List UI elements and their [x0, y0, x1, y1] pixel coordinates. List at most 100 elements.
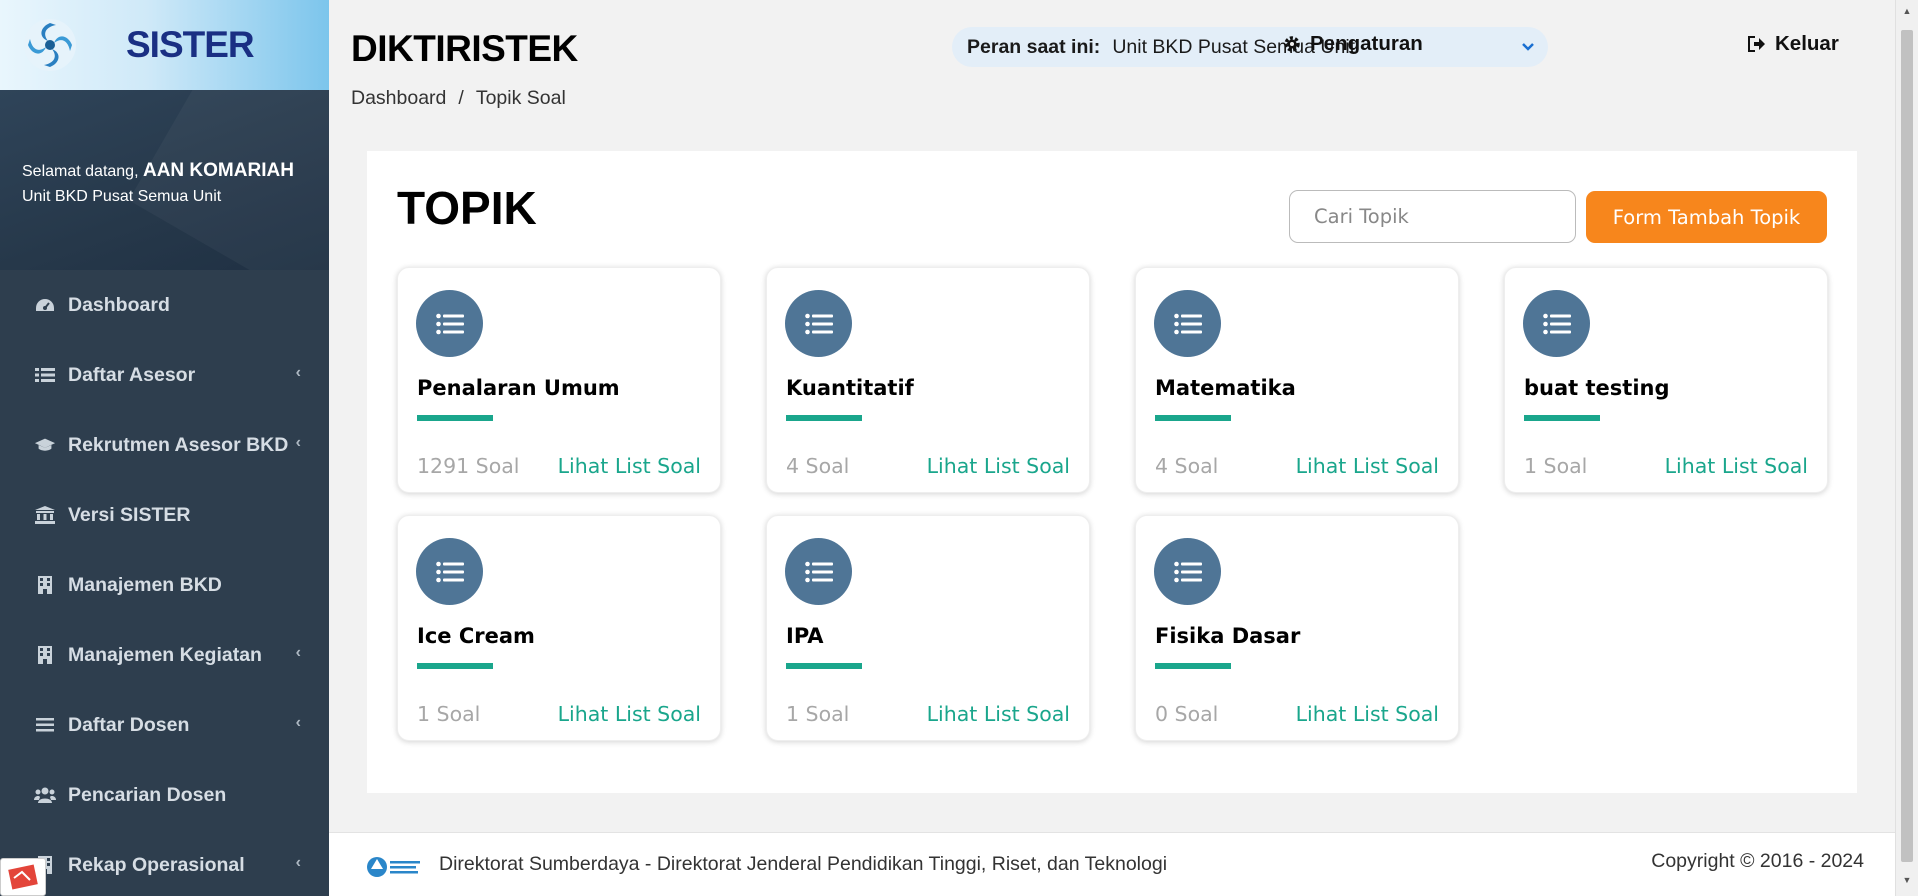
topic-accent-bar: [1155, 663, 1231, 669]
topic-card[interactable]: Matematika 4 Soal Lihat List Soal: [1135, 267, 1459, 493]
scroll-up-icon[interactable]: ▲: [1901, 6, 1913, 16]
topic-question-count: 0 Soal: [1155, 702, 1219, 726]
graduation-cap-icon: [34, 434, 56, 456]
sidebar-item-manajemen-bkd[interactable]: Manajemen BKD: [0, 550, 329, 620]
logout-link[interactable]: Keluar: [1748, 32, 1839, 56]
settings-label: Pengaturan: [1310, 32, 1423, 55]
top-header: DIKTIRISTEK Dashboard / Topik Soal Peran s…: [329, 0, 1895, 140]
topic-question-count: 4 Soal: [786, 454, 850, 478]
welcome-user: AAN KOMARIAH: [142, 160, 294, 181]
building-icon: [34, 574, 56, 596]
view-question-list-link[interactable]: Lihat List Soal: [558, 702, 701, 726]
topic-name: Kuantitatif: [786, 376, 914, 400]
chevron-left-icon: ‹: [295, 714, 301, 732]
logout-label: Keluar: [1775, 32, 1839, 55]
topic-grid: Penalaran Umum 1291 Soal Lihat List Soal Ku…: [397, 267, 1828, 741]
breadcrumb-separator: /: [458, 87, 464, 109]
scroll-down-icon[interactable]: ▼: [1901, 875, 1913, 885]
sidebar-item-pencarian-dosen[interactable]: Pencarian Dosen: [0, 760, 329, 830]
chevron-down-icon: [1522, 43, 1534, 51]
topic-name: Ice Cream: [417, 624, 535, 648]
footer: Direktorat Sumberdaya - Direktorat Jende…: [329, 832, 1895, 896]
topic-accent-bar: [1524, 415, 1600, 421]
welcome-panel: Selamat datang, AAN KOMARIAH Unit BKD Pu…: [0, 90, 329, 270]
topic-name: IPA: [786, 624, 824, 648]
topic-question-count: 1 Soal: [417, 702, 481, 726]
users-icon: [34, 784, 56, 806]
bsre-logo-icon: [367, 857, 420, 877]
sidebar-item-label: Versi SISTER: [68, 503, 191, 526]
topic-card[interactable]: Fisika Dasar 0 Soal Lihat List Soal: [1135, 515, 1459, 741]
list-icon: [34, 364, 56, 386]
sidebar-item-daftar-asesor[interactable]: Daftar Asesor ‹: [0, 340, 329, 410]
topic-question-count: 1 Soal: [786, 702, 850, 726]
extension-badge-icon[interactable]: [0, 858, 46, 896]
list-icon: [1154, 538, 1221, 605]
chevron-left-icon: ‹: [295, 364, 301, 382]
breadcrumb-link-dashboard[interactable]: Dashboard: [351, 87, 446, 109]
breadcrumb-current: Topik Soal: [475, 87, 566, 109]
list-icon: [416, 538, 483, 605]
sidebar-item-rekap-operasional[interactable]: Rekap Operasional ‹: [0, 830, 329, 896]
settings-link[interactable]: Pengaturan: [1283, 32, 1423, 56]
topic-card[interactable]: Kuantitatif 4 Soal Lihat List Soal: [766, 267, 1090, 493]
sidebar-item-rekrutmen-asesor[interactable]: Rekrutmen Asesor BKD ‹: [0, 410, 329, 480]
sidebar-item-label: Pencarian Dosen: [68, 783, 227, 806]
chevron-left-icon: ‹: [295, 434, 301, 452]
sign-out-icon: [1748, 36, 1765, 52]
scroll-thumb[interactable]: [1901, 30, 1913, 862]
sidebar-item-dashboard[interactable]: Dashboard: [0, 270, 329, 340]
view-question-list-link[interactable]: Lihat List Soal: [558, 454, 701, 478]
sidebar-item-label: Dashboard: [68, 293, 170, 316]
topic-accent-bar: [786, 415, 862, 421]
sidebar-item-label: Manajemen BKD: [68, 573, 222, 596]
breadcrumb: Dashboard / Topik Soal: [351, 87, 566, 110]
role-label: Peran saat ini:: [967, 35, 1101, 58]
list-icon: [416, 290, 483, 357]
role-selector[interactable]: Peran saat ini: Unit BKD Pusat Semua Uni…: [952, 27, 1548, 67]
topic-card[interactable]: IPA 1 Soal Lihat List Soal: [766, 515, 1090, 741]
topic-question-count: 1291 Soal: [417, 454, 520, 478]
list-icon: [785, 290, 852, 357]
topic-card[interactable]: Ice Cream 1 Soal Lihat List Soal: [397, 515, 721, 741]
sidebar-item-daftar-dosen[interactable]: Daftar Dosen ‹: [0, 690, 329, 760]
sidebar-item-label: Manajemen Kegiatan: [68, 643, 262, 666]
dashboard-icon: [34, 294, 56, 316]
welcome-prefix: Selamat datang,: [22, 163, 139, 180]
search-topic-input[interactable]: [1289, 190, 1576, 243]
topic-name: Matematika: [1155, 376, 1296, 400]
list-icon: [1523, 290, 1590, 357]
sidebar-item-label: Daftar Dosen: [68, 713, 190, 736]
page-scrollbar[interactable]: ▲ ▼: [1895, 0, 1918, 896]
sister-logo-icon: [24, 19, 76, 71]
list-icon: [1154, 290, 1221, 357]
view-question-list-link[interactable]: Lihat List Soal: [927, 702, 1070, 726]
view-question-list-link[interactable]: Lihat List Soal: [1665, 454, 1808, 478]
view-question-list-link[interactable]: Lihat List Soal: [1296, 702, 1439, 726]
sidebar-item-versi-sister[interactable]: Versi SISTER: [0, 480, 329, 550]
view-question-list-link[interactable]: Lihat List Soal: [927, 454, 1070, 478]
topic-question-count: 4 Soal: [1155, 454, 1219, 478]
sidebar: SISTER Selamat datang, AAN KOMARIAH Unit…: [0, 0, 329, 896]
brand[interactable]: SISTER: [0, 0, 329, 90]
topic-name: Penalaran Umum: [417, 376, 620, 400]
topic-accent-bar: [417, 663, 493, 669]
chevron-left-icon: ‹: [295, 854, 301, 872]
topic-card[interactable]: buat testing 1 Soal Lihat List Soal: [1504, 267, 1828, 493]
sidebar-item-manajemen-kegiatan[interactable]: Manajemen Kegiatan ‹: [0, 620, 329, 690]
topic-accent-bar: [786, 663, 862, 669]
sidebar-item-label: Rekap Operasional: [68, 853, 245, 876]
view-question-list-link[interactable]: Lihat List Soal: [1296, 454, 1439, 478]
add-topic-button[interactable]: Form Tambah Topik: [1586, 191, 1827, 243]
sidebar-menu: Dashboard Daftar Asesor ‹ Rekrutmen Ases…: [0, 270, 329, 896]
topic-panel: TOPIK Form Tambah Topik Penalaran Umum 12…: [367, 151, 1857, 793]
topic-question-count: 1 Soal: [1524, 454, 1588, 478]
topic-accent-bar: [1155, 415, 1231, 421]
page-title: DIKTIRISTEK: [351, 28, 578, 69]
sidebar-item-label: Daftar Asesor: [68, 363, 196, 386]
topic-card[interactable]: Penalaran Umum 1291 Soal Lihat List Soal: [397, 267, 721, 493]
topic-name: buat testing: [1524, 376, 1670, 400]
building-icon: [34, 644, 56, 666]
gear-icon: [1284, 36, 1300, 52]
welcome-greeting: Selamat datang, AAN KOMARIAH: [22, 160, 329, 182]
